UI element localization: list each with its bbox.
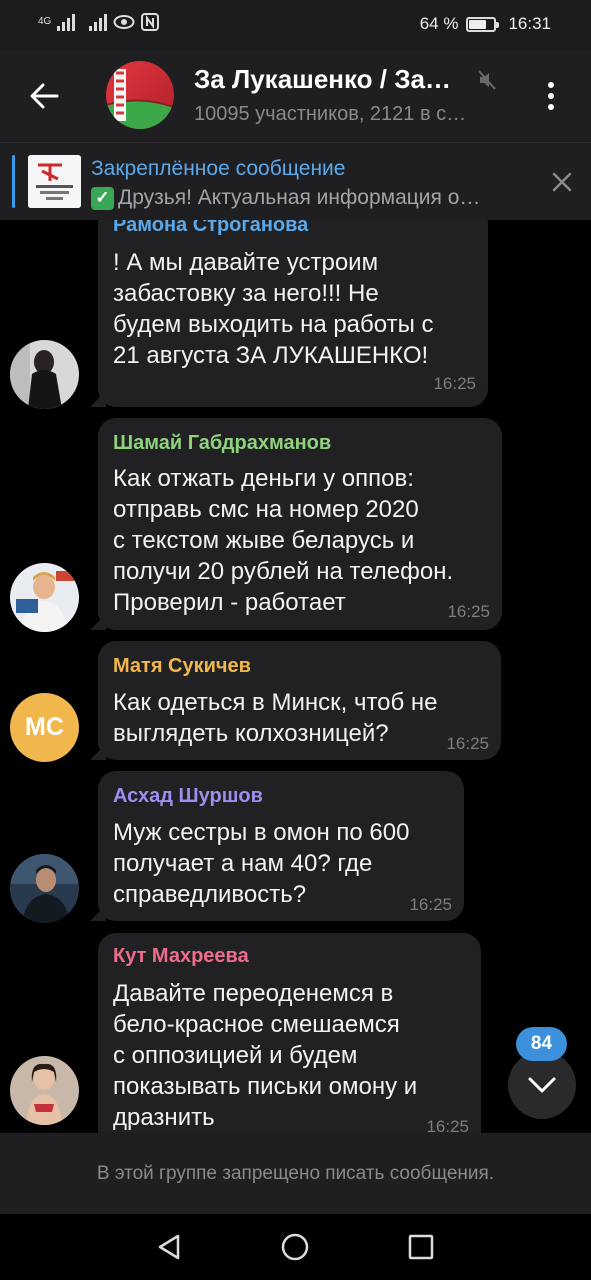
pinned-text: Друзья! Актуальная информация о… [118,186,481,209]
status-icons-right: 64 % 16:31 [420,14,551,34]
pinned-message-bar[interactable]: Закреплённое сообщение ✓ Друзья! Актуаль… [0,142,591,220]
check-mark-icon: ✓ [91,186,114,210]
clock: 16:31 [508,14,551,33]
message-text: ! А мы давайте устроим забастовку за нег… [113,249,434,369]
message-sender[interactable]: Рамона Строганова [113,220,308,237]
nav-back-button[interactable] [152,1230,186,1264]
chat-subtitle: 10095 участников, 2121 в с… [194,103,467,125]
restricted-text: В этой группе запрещено писать сообщения… [96,1162,495,1184]
message-bubble[interactable]: Шамай Габдрахманов Как отжать деньги у о… [90,418,502,630]
message-sender[interactable]: Матя Сукичев [113,655,251,678]
belarus-flag-avatar [106,61,174,129]
battery-percent: 64 % [419,14,459,33]
message-text: Муж сестры в омон по 600 получает а нам … [113,819,410,908]
bubble-tail [90,744,106,760]
message-text: Давайте переоденемся в бело-красное смеш… [113,980,418,1131]
triangle-back-icon [158,1234,180,1260]
status-icons-left: 4G [38,13,160,31]
pinned-thumbnail [28,155,81,208]
nav-recents-button[interactable] [404,1230,438,1264]
signal-icon-2 [89,13,108,31]
pinned-text-row: ✓ Друзья! Актуальная информация о… [91,186,517,210]
sender-avatar[interactable] [10,563,79,632]
bubble-tail [90,905,106,921]
message-sender[interactable]: Асхад Шуршов [113,785,263,808]
message-time: 16:25 [426,1117,469,1133]
signal-icon-1 [57,13,76,31]
sender-avatar[interactable]: МС [10,693,79,762]
square-recents-icon [408,1234,434,1260]
network-type: 4G [38,16,52,27]
sender-avatar[interactable] [10,340,79,409]
pinned-title: Закреплённое сообщение [91,157,346,180]
message-time: 16:25 [409,895,452,914]
nfc-icon [141,13,160,31]
message-sender[interactable]: Шамай Габдрахманов [113,432,331,455]
group-avatar[interactable] [106,61,174,129]
message-bubble[interactable]: Асхад Шуршов Муж сестры в омон по 600 по… [90,771,464,921]
muted-icon [478,70,496,95]
status-bar: 4G 64 % 16:31 [0,0,591,50]
chevron-down-icon [528,1077,556,1093]
kebab-dot-icon [548,104,554,110]
message-bubble[interactable]: Матя Сукичев Как одеться в Минск, чтоб н… [90,641,501,760]
message-text: Как отжать деньги у оппов: отправь смс н… [113,465,454,616]
nav-home-button[interactable] [278,1230,312,1264]
arrow-left-icon [30,83,59,109]
bubble-tail [90,391,106,407]
back-button[interactable] [22,74,66,118]
scroll-down-button[interactable] [508,1051,576,1119]
write-restricted-notice: В этой группе запрещено писать сообщения… [0,1133,591,1214]
battery-icon [466,16,500,32]
bubble-tail [90,614,106,630]
kebab-dot-icon [548,82,554,88]
message-bubble[interactable]: Кут Махреева Давайте переоденемся в бело… [98,933,481,1133]
message-text: Как одеться в Минск, чтоб не выглядеть к… [113,689,438,747]
message-time: 16:25 [433,374,476,393]
message-sender[interactable]: Кут Махреева [113,945,249,968]
kebab-dot-icon [548,93,554,99]
close-icon [552,172,572,192]
system-nav-bar [0,1214,591,1280]
avatar-initials: МС [25,713,64,741]
sender-avatar[interactable] [10,1056,79,1125]
battery-level [469,19,487,29]
chat-title[interactable]: За Лукашенко / За… [194,64,474,95]
message-time: 16:25 [446,734,489,753]
circle-home-icon [281,1233,309,1261]
message-bubble[interactable]: Рамона Строганова ! А мы давайте устроим… [90,220,488,407]
eye-icon [113,15,135,29]
unread-count-badge[interactable]: 84 [516,1027,567,1061]
more-menu-button[interactable] [533,76,569,116]
chat-header: За Лукашенко / За… 10095 участников, 212… [0,50,591,142]
pinned-indicator [12,155,15,208]
message-time: 16:25 [447,602,490,621]
message-list[interactable]: Рамона Строганова ! А мы давайте устроим… [0,220,591,1133]
close-pinned-button[interactable] [547,167,577,197]
sender-avatar[interactable] [10,854,79,923]
